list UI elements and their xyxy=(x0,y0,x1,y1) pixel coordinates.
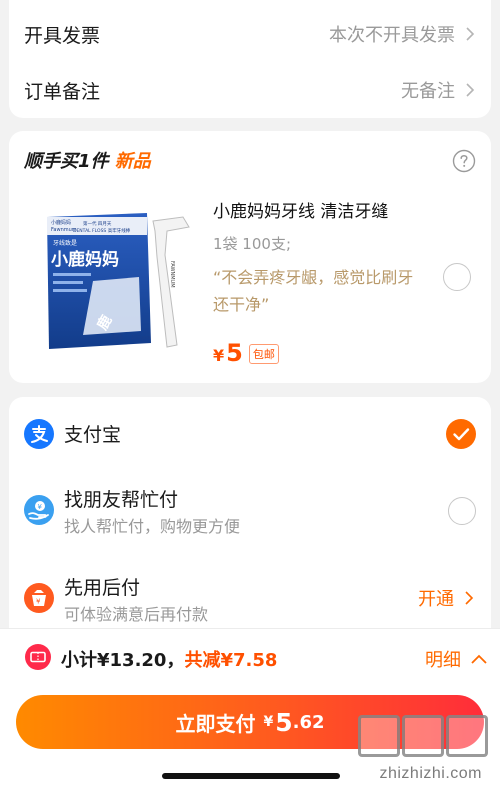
price-detail-link[interactable]: 明细 xyxy=(425,646,487,672)
watermark-glyph xyxy=(446,715,488,757)
package-line1: 第一代 四月天 xyxy=(83,220,112,227)
product-price: ¥ 5 包邮 xyxy=(213,339,279,367)
remarks-row[interactable]: 订单备注 无备注 xyxy=(24,74,477,106)
package-tag: 牙线致是 xyxy=(53,239,77,247)
discount-text: 共减¥7.58 xyxy=(184,650,278,671)
pay-later-subtitle: 可体验满意后再付款 xyxy=(64,605,209,624)
payment-option-friend[interactable]: ¥ 找朋友帮忙付 找人帮忙付，购物更方便 xyxy=(24,483,476,539)
pay-now-amount-int: 5 xyxy=(275,707,293,737)
coupon-icon xyxy=(25,644,51,670)
package-sub: 顺线 xyxy=(111,333,123,341)
order-options-card: 开具发票 本次不开具发票 订单备注 无备注 xyxy=(9,0,491,118)
addon-header: 顺手买1件 新品 xyxy=(24,147,151,173)
package-side-text: FAWNMUM xyxy=(169,261,175,288)
pay-later-icon: ¥ xyxy=(24,583,54,613)
package-count: 100 pcs xyxy=(131,335,151,341)
product-review-quote: “不会弄疼牙龈，感觉比刷牙还干净” xyxy=(213,268,414,314)
watermark-url: zhizhizhi.com xyxy=(379,765,482,782)
remarks-label: 订单备注 xyxy=(24,80,101,103)
payment-option-pay-later[interactable]: ¥ 先用后付 可体验满意后再付款 开通 xyxy=(24,571,476,627)
alipay-label: 支付宝 xyxy=(64,424,122,446)
price-symbol: ¥ xyxy=(213,346,225,365)
selected-check-icon[interactable] xyxy=(446,419,476,449)
watermark-glyph xyxy=(402,715,444,757)
detail-label: 明细 xyxy=(425,650,461,671)
addon-header-prefix: 顺手买1件 xyxy=(24,151,109,172)
package-brand-small: 小鹿妈妈 xyxy=(51,219,71,226)
addon-header-new: 新品 xyxy=(114,151,151,172)
watermark-glyph xyxy=(358,715,400,757)
friend-pay-icon: ¥ xyxy=(24,495,54,525)
invoice-value: 本次不开具发票 xyxy=(329,21,477,47)
svg-text:¥: ¥ xyxy=(36,598,41,606)
pay-now-amount-dec: .62 xyxy=(292,711,325,733)
price-value: 5 xyxy=(226,339,243,367)
subtotal-text: 小计¥13.20， xyxy=(61,650,185,671)
chevron-right-icon xyxy=(463,27,477,41)
payment-option-alipay[interactable]: 支付宝 xyxy=(24,417,476,451)
activate-label: 开通 xyxy=(418,589,454,610)
chevron-up-icon xyxy=(471,652,487,666)
friend-pay-radio[interactable] xyxy=(448,497,476,525)
payment-methods-card: 支付宝 ¥ 找朋友帮忙付 找人帮忙付，购物更方便 ¥ 先用后付 可体验满意后再付… xyxy=(9,397,491,642)
checkout-bar: 小计¥13.20，共减¥7.58 明细 立即支付 ¥ 5.62 zhizhizh… xyxy=(0,628,500,791)
remarks-value: 无备注 xyxy=(401,77,477,103)
home-indicator[interactable] xyxy=(162,773,340,779)
svg-text:¥: ¥ xyxy=(38,503,43,511)
alipay-icon xyxy=(24,419,54,449)
product-spec: 1袋 100支; xyxy=(213,235,291,253)
chevron-right-icon xyxy=(463,83,477,97)
pay-now-symbol: ¥ xyxy=(263,714,274,730)
product-title[interactable]: 小鹿妈妈牙线 清洁牙缝 xyxy=(213,197,388,222)
remarks-value-text: 无备注 xyxy=(401,81,455,102)
activate-link[interactable]: 开通 xyxy=(418,585,476,611)
help-icon[interactable] xyxy=(452,149,476,173)
subtotal-summary: 小计¥13.20，共减¥7.58 xyxy=(61,646,277,672)
watermark-logo xyxy=(358,715,488,757)
friend-pay-subtitle: 找人帮忙付，购物更方便 xyxy=(64,517,241,536)
pay-now-label: 立即支付 xyxy=(175,711,256,736)
chevron-right-icon xyxy=(462,591,476,605)
package-big-title: 小鹿妈妈 xyxy=(51,249,119,270)
free-shipping-badge: 包邮 xyxy=(248,344,279,364)
addon-product-card: 顺手买1件 新品 小鹿妈妈 Fawnmum 第一代 四月天 DENTAL FLO… xyxy=(9,131,491,383)
pay-later-label: 先用后付 xyxy=(64,577,141,599)
invoice-row[interactable]: 开具发票 本次不开具发票 xyxy=(24,18,477,50)
addon-select-radio[interactable] xyxy=(443,263,471,291)
invoice-value-text: 本次不开具发票 xyxy=(329,25,455,46)
friend-pay-label: 找朋友帮忙付 xyxy=(64,489,179,511)
invoice-label: 开具发票 xyxy=(24,24,101,47)
package-line2: DENTAL FLOSS 高牢牙线棒 xyxy=(73,227,131,234)
product-image[interactable]: 小鹿妈妈 Fawnmum 第一代 四月天 DENTAL FLOSS 高牢牙线棒 … xyxy=(43,211,193,351)
